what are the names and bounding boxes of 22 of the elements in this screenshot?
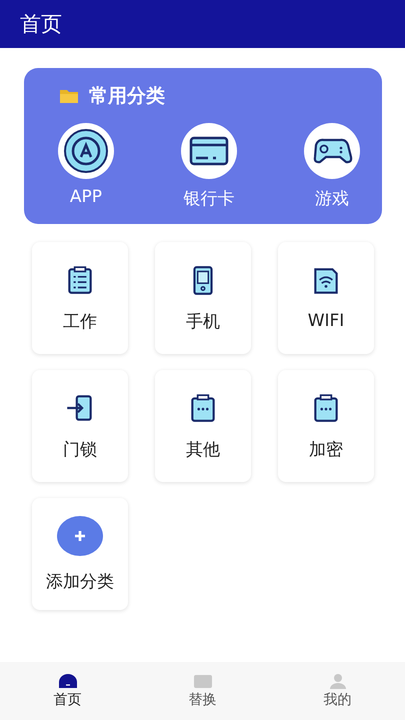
card-icon [179, 121, 239, 181]
person-icon [328, 673, 348, 689]
section-title: 常用分类 [89, 84, 165, 109]
category-shortcut[interactable]: 游戏 [302, 121, 362, 210]
category-tile[interactable]: WIFI [278, 242, 374, 354]
category-tile[interactable]: 门锁 [32, 370, 128, 482]
dome-icon [58, 673, 78, 689]
category-tile[interactable]: 手机 [155, 242, 251, 354]
category-tile[interactable]: 工作 [32, 242, 128, 354]
page-title: 首页 [20, 11, 62, 38]
category-tile[interactable]: 添加分类 [32, 498, 128, 610]
category-tile[interactable]: 其他 [155, 370, 251, 482]
nav-tab[interactable]: 首页 [28, 673, 108, 709]
category-tile[interactable]: 加密 [278, 370, 374, 482]
gamepad-icon [302, 121, 362, 181]
category-shortcut[interactable]: 银行卡 [179, 121, 239, 210]
add-icon [57, 516, 103, 556]
letter-badge-icon [56, 121, 116, 181]
nav-tab[interactable]: 替换 [162, 673, 242, 709]
nav-tab[interactable]: 我的 [298, 673, 378, 709]
folder-icon [59, 88, 79, 104]
category-shortcut[interactable]: APP [56, 121, 116, 210]
